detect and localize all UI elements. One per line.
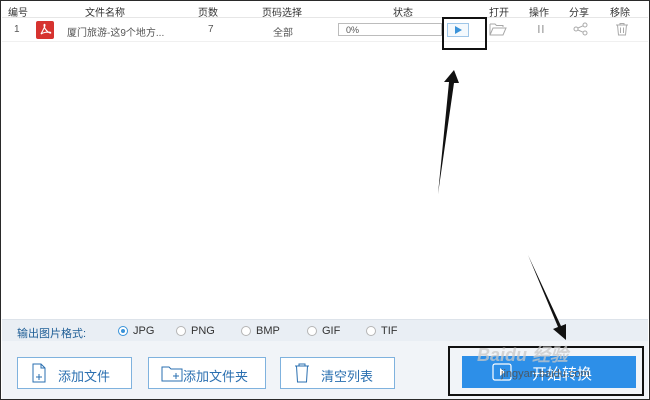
add-file-icon: [30, 363, 48, 386]
add-folder-button[interactable]: 添加文件夹: [148, 357, 266, 389]
row-index: 1: [14, 24, 20, 35]
col-remove: 移除: [610, 8, 630, 19]
col-filename: 文件名称: [85, 8, 125, 19]
add-file-label: 添加文件: [58, 369, 111, 384]
radio-tif-label[interactable]: TIF: [381, 325, 398, 337]
col-index: 编号: [8, 8, 28, 19]
add-file-button[interactable]: 添加文件: [17, 357, 132, 389]
col-operate: 操作: [529, 8, 549, 19]
watermark-brand: Baidu 经验: [477, 345, 569, 365]
col-share: 分享: [569, 8, 589, 19]
format-bar: 输出图片格式: JPG PNG BMP GIF TIF: [2, 319, 648, 341]
folder-icon[interactable]: [489, 21, 507, 37]
radio-bmp[interactable]: [241, 326, 251, 336]
radio-tif[interactable]: [366, 326, 376, 336]
progress-text: 0%: [346, 25, 360, 35]
annotation-box-play: [442, 17, 487, 50]
radio-bmp-label[interactable]: BMP: [256, 325, 280, 337]
progress-bar: 0%: [338, 23, 442, 36]
watermark-url: jingyan.baidu.com: [501, 368, 590, 380]
row-filename: 厦门旅游-这9个地方...: [67, 28, 165, 39]
col-pages: 页数: [198, 8, 218, 19]
radio-gif[interactable]: [307, 326, 317, 336]
radio-jpg-label[interactable]: JPG: [133, 325, 154, 337]
table-row[interactable]: 1 厦门旅游-这9个地方... 7 全部 0%: [2, 18, 648, 42]
radio-png-label[interactable]: PNG: [191, 325, 215, 337]
clear-list-icon: [293, 363, 311, 386]
col-page-select: 页码选择: [262, 8, 302, 19]
file-table-header: 编号 文件名称 页数 页码选择 状态 打开 操作 分享 移除: [2, 2, 648, 19]
clear-list-label: 清空列表: [321, 369, 374, 384]
share-icon[interactable]: [572, 21, 590, 37]
app-window: 编号 文件名称 页数 页码选择 状态 打开 操作 分享 移除 1 厦门旅游-这9…: [0, 0, 650, 400]
trash-icon[interactable]: [613, 21, 631, 37]
radio-gif-label[interactable]: GIF: [322, 325, 340, 337]
format-label: 输出图片格式:: [17, 328, 87, 340]
pause-icon[interactable]: [532, 21, 550, 37]
col-open: 打开: [489, 8, 509, 19]
col-status: 状态: [393, 8, 413, 19]
row-page-select[interactable]: 全部: [273, 24, 293, 39]
radio-png[interactable]: [176, 326, 186, 336]
pdf-icon: [36, 21, 54, 39]
add-folder-icon: [161, 363, 183, 386]
clear-list-button[interactable]: 清空列表: [280, 357, 395, 389]
row-pages: 7: [208, 24, 214, 35]
radio-jpg[interactable]: [118, 326, 128, 336]
add-folder-label: 添加文件夹: [183, 369, 249, 384]
